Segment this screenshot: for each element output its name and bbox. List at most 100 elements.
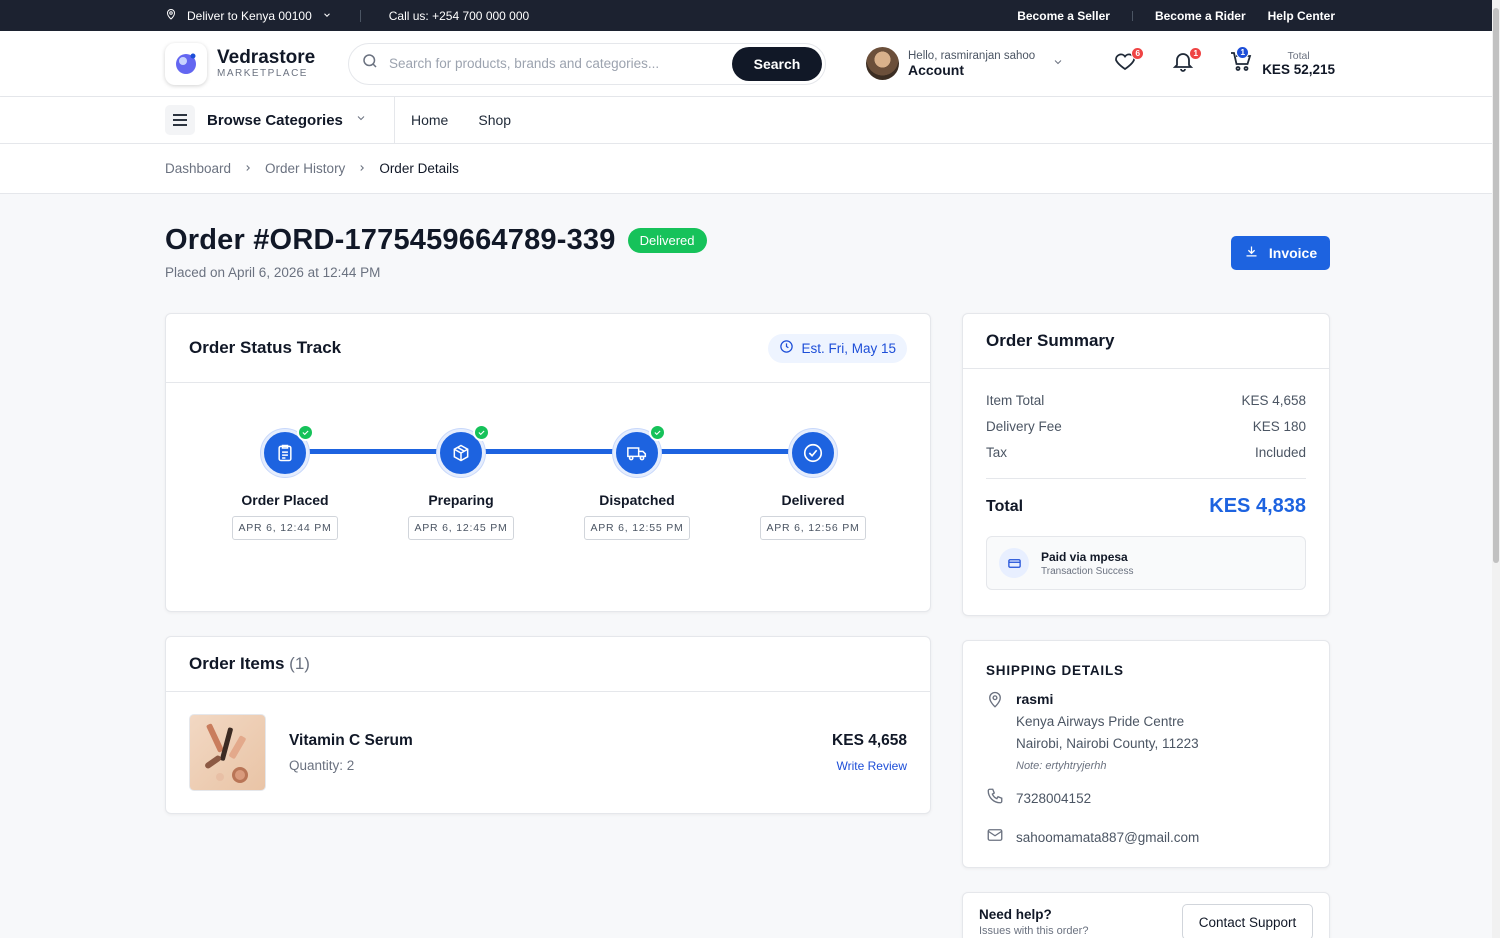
nav-home[interactable]: Home: [411, 112, 448, 128]
nav-shop[interactable]: Shop: [478, 112, 511, 128]
order-title-section: Order #ORD-1775459664789-339 Delivered P…: [165, 224, 1330, 280]
step-dispatched: Dispatched APR 6, 12:55 PM: [577, 424, 697, 540]
product-price: KES 4,658: [832, 732, 907, 749]
help-center-link[interactable]: Help Center: [1268, 9, 1335, 23]
summary-row-delivery-fee: Delivery Fee KES 180: [986, 419, 1306, 434]
browse-categories-button[interactable]: Browse Categories: [165, 97, 395, 143]
summary-row-item-total: Item Total KES 4,658: [986, 393, 1306, 408]
chevron-down-icon: [355, 111, 367, 129]
become-seller-link[interactable]: Become a Seller: [1017, 9, 1110, 23]
notifications-button[interactable]: 1: [1170, 46, 1203, 77]
download-icon: [1244, 244, 1259, 262]
wishlist-count-badge: 6: [1131, 46, 1145, 60]
chevron-down-icon[interactable]: [322, 9, 332, 23]
breadcrumb-order-history[interactable]: Order History: [265, 161, 345, 176]
order-status-card: Order Status Track Est. Fri, May 15 Orde…: [165, 313, 931, 612]
menu-icon: [165, 105, 195, 135]
step-name: Dispatched: [599, 492, 675, 508]
phone-icon: [986, 787, 1004, 810]
step-name: Preparing: [428, 492, 494, 508]
cart-button[interactable]: 1 Total KES 52,215: [1228, 45, 1335, 77]
logo[interactable]: Vedrastore MARKETPLACE: [165, 42, 348, 85]
items-count: (1): [289, 654, 310, 673]
help-card: Need help? Issues with this order? Conta…: [962, 892, 1330, 938]
step-time: APR 6, 12:44 PM: [232, 516, 338, 540]
cart-count-badge: 1: [1236, 45, 1250, 59]
shipping-title: SHIPPING DETAILS: [986, 663, 1124, 678]
page-title: Order #ORD-1775459664789-339: [165, 224, 616, 256]
payment-status: Transaction Success: [1041, 565, 1134, 577]
chevron-right-icon: [357, 161, 367, 176]
call-us: Call us: +254 700 000 000: [388, 8, 530, 23]
search-bar: Search: [348, 42, 826, 85]
search-input[interactable]: [389, 56, 732, 71]
wishlist-button[interactable]: 6: [1112, 46, 1145, 77]
breadcrumb-dashboard[interactable]: Dashboard: [165, 161, 231, 176]
logo-icon: [165, 42, 207, 85]
help-title: Need help?: [979, 907, 1052, 922]
location-pin-icon: [986, 691, 1004, 772]
chevron-down-icon[interactable]: [1052, 55, 1064, 73]
product-name[interactable]: Vitamin C Serum: [289, 732, 413, 750]
step-order-placed: Order Placed APR 6, 12:44 PM: [225, 424, 345, 540]
clipboard-icon: [261, 424, 314, 477]
scrollbar[interactable]: [1492, 0, 1500, 938]
product-image[interactable]: [189, 714, 266, 791]
search-icon: [361, 52, 379, 75]
help-subtitle: Issues with this order?: [979, 925, 1089, 937]
write-review-link[interactable]: Write Review: [832, 759, 907, 773]
step-time: APR 6, 12:45 PM: [408, 516, 514, 540]
top-bar: Deliver to Kenya 00100 Call us: +254 700…: [0, 0, 1500, 31]
mail-icon: [986, 826, 1004, 849]
account-menu[interactable]: Hello, rasmiranjan sahoo Account: [866, 47, 1064, 80]
step-delivered: Delivered APR 6, 12:56 PM: [753, 429, 873, 540]
items-title: Order Items (1): [189, 654, 310, 673]
contact-support-button[interactable]: Contact Support: [1182, 904, 1313, 938]
search-button[interactable]: Search: [732, 46, 822, 81]
order-summary-card: Order Summary Item Total KES 4,658 Delive…: [962, 313, 1330, 616]
brand-name: Vedrastore: [217, 47, 316, 68]
category-nav: Browse Categories Home Shop: [0, 97, 1500, 144]
order-items-card: Order Items (1) Vitamin C Serum Quantity…: [165, 636, 931, 814]
avatar: [866, 47, 899, 80]
product-quantity: Quantity: 2: [289, 758, 355, 773]
step-name: Delivered: [781, 492, 845, 508]
notifications-count-badge: 1: [1189, 46, 1203, 60]
payment-method: Paid via mpesa: [1041, 549, 1128, 564]
check-icon: [473, 424, 490, 441]
invoice-label: Invoice: [1268, 245, 1318, 261]
step-preparing: Preparing APR 6, 12:45 PM: [401, 424, 521, 540]
summary-row-tax: Tax Included: [986, 445, 1306, 460]
main-header: Vedrastore MARKETPLACE Search Hello, ras…: [0, 31, 1500, 97]
email-address: sahoomamata887@gmail.com: [1016, 830, 1200, 845]
phone-number: 7328004152: [1016, 791, 1092, 806]
account-label: Account: [908, 61, 964, 78]
check-icon: [649, 424, 666, 441]
deliver-location[interactable]: Deliver to Kenya 00100: [187, 9, 312, 23]
credit-card-icon: [999, 548, 1029, 578]
check-circle-icon: [789, 429, 837, 477]
step-time: APR 6, 12:56 PM: [760, 516, 866, 540]
step-name: Order Placed: [241, 492, 329, 508]
cart-total-value: KES 52,215: [1262, 61, 1335, 77]
brand-sub: MARKETPLACE: [217, 68, 308, 79]
track-title: Order Status Track: [189, 338, 342, 357]
progress-line: [285, 449, 813, 454]
breadcrumb: Dashboard Order History Order Details: [0, 144, 1500, 194]
cart-total-label: Total: [1287, 49, 1310, 62]
payment-info: Paid via mpesa Transaction Success: [986, 536, 1306, 590]
step-time: APR 6, 12:55 PM: [584, 516, 690, 540]
address-line-1: Kenya Airways Pride Centre: [1016, 714, 1185, 729]
clock-icon: [779, 339, 794, 357]
status-track: Order Placed APR 6, 12:44 PM Preparing A…: [166, 383, 930, 611]
breadcrumb-order-details: Order Details: [379, 161, 459, 176]
invoice-button[interactable]: Invoice: [1231, 236, 1330, 270]
summary-title: Order Summary: [986, 331, 1115, 350]
location-pin-icon: [165, 8, 177, 24]
box-icon: [437, 424, 490, 477]
check-icon: [297, 424, 314, 441]
chevron-right-icon: [243, 161, 253, 176]
estimated-delivery: Est. Fri, May 15: [768, 333, 907, 363]
list-item: Vitamin C Serum Quantity: 2 KES 4,658 Wr…: [166, 692, 930, 813]
become-rider-link[interactable]: Become a Rider: [1155, 9, 1246, 23]
